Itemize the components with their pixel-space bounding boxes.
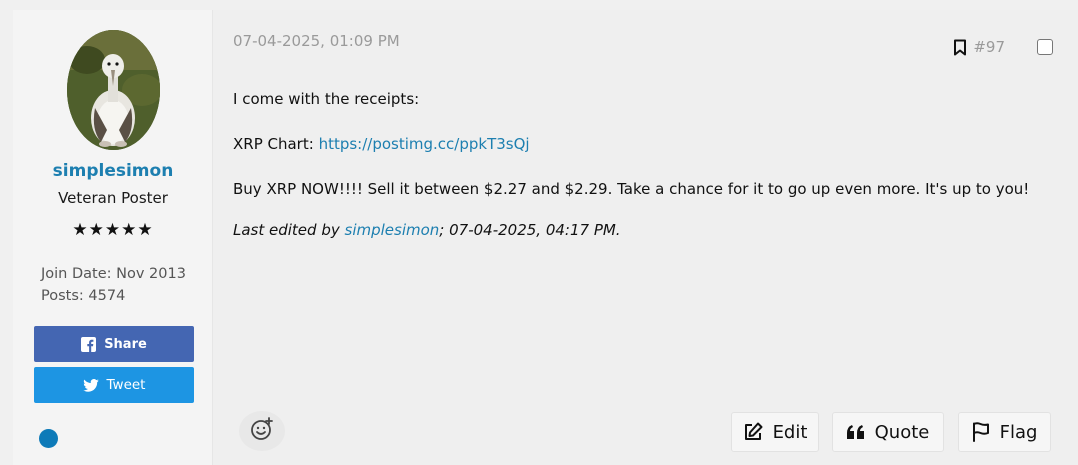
join-date: Join Date: Nov 2013 (41, 266, 186, 282)
online-status-indicator (39, 429, 58, 448)
author-username[interactable]: simplesimon (13, 161, 213, 181)
author-meta: Join Date: Nov 2013 Posts: 4574 (41, 263, 186, 307)
quote-icon (846, 425, 865, 439)
tweet-button[interactable]: Tweet (34, 367, 194, 403)
smiley-add-icon (250, 417, 274, 445)
avatar-image (67, 30, 160, 150)
edit-button[interactable]: Edit (731, 412, 819, 452)
author-sidebar: simplesimon Veteran Poster ★★★★★ Join Da… (13, 10, 213, 465)
post-header-actions: #97 (953, 38, 1053, 56)
facebook-icon (81, 336, 97, 352)
author-rank: Veteran Poster (58, 189, 168, 207)
quote-label: Quote (874, 421, 930, 443)
flag-icon (972, 422, 990, 442)
edited-prefix: Last edited by (233, 221, 345, 239)
chart-link[interactable]: https://postimg.cc/ppkT3sQj (319, 135, 530, 153)
post-select-checkbox[interactable] (1037, 39, 1053, 55)
add-reaction-button[interactable] (239, 411, 285, 451)
tweet-label: Tweet (106, 377, 146, 393)
quote-button[interactable]: Quote (832, 412, 944, 452)
share-label: Share (104, 336, 147, 352)
twitter-icon (82, 378, 99, 392)
flag-label: Flag (999, 421, 1038, 443)
chart-prefix: XRP Chart: (233, 135, 319, 153)
edited-user-link[interactable]: simplesimon (345, 221, 440, 239)
flag-button[interactable]: Flag (958, 412, 1051, 452)
rank-stars: ★★★★★ (72, 220, 154, 240)
post-content: I come with the receipts: XRP Chart: htt… (233, 90, 1029, 266)
edit-label: Edit (772, 421, 808, 443)
bookmark-icon[interactable] (953, 39, 967, 56)
post-body: 07-04-2025, 01:09 PM #97 I come with the… (213, 10, 1078, 465)
edited-suffix: ; 07-04-2025, 04:17 PM. (439, 221, 621, 239)
edited-note: Last edited by simplesimon; 07-04-2025, … (233, 221, 1029, 240)
post-line-3: Buy XRP NOW!!!! Sell it between $2.27 an… (233, 180, 1030, 198)
facebook-share-button[interactable]: Share (34, 326, 194, 362)
page-top-strip (0, 0, 1078, 10)
post-line-2: XRP Chart: https://postimg.cc/ppkT3sQj (233, 135, 1029, 154)
post-number-link[interactable]: #97 (973, 38, 1005, 56)
post-timestamp: 07-04-2025, 01:09 PM (233, 32, 400, 50)
avatar[interactable] (67, 30, 160, 150)
post-count: Posts: 4574 (41, 288, 126, 304)
post-line-1: I come with the receipts: (233, 90, 420, 108)
edit-icon (743, 422, 763, 442)
